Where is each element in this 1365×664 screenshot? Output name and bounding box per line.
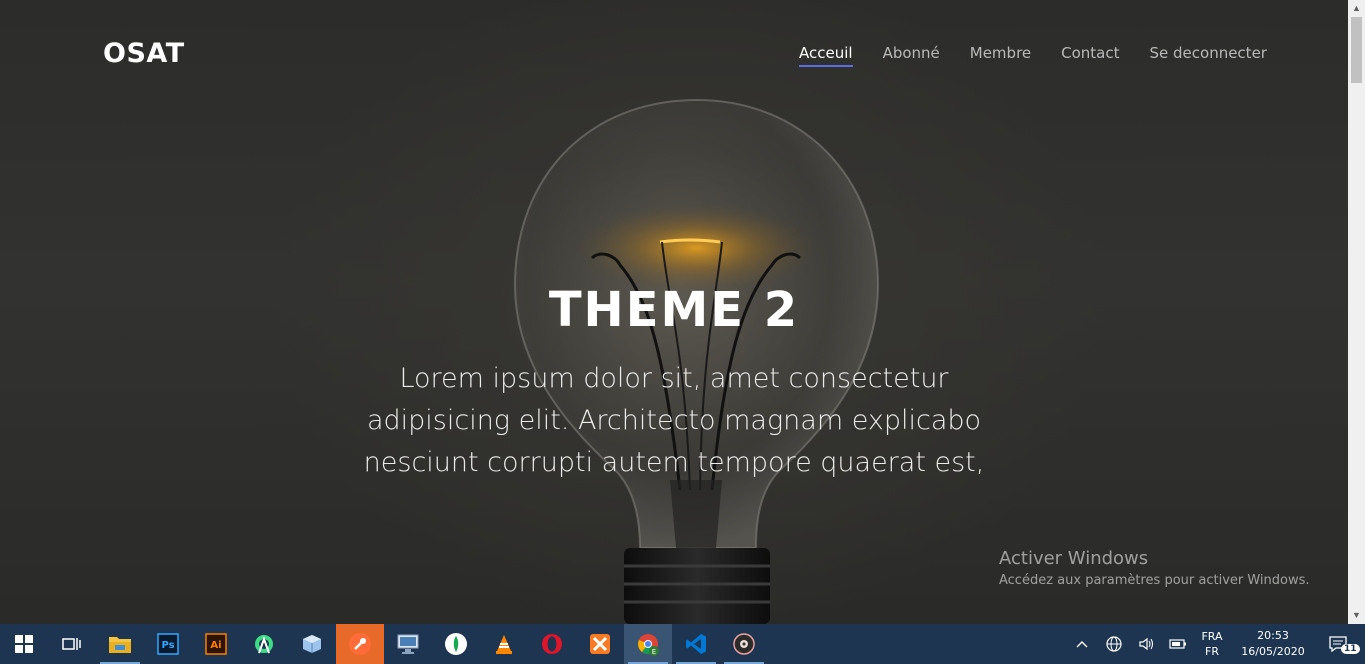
hero-text: Lorem ipsum dolor sit, amet consectetur …	[363, 363, 985, 478]
nav-item-acceuil[interactable]: Acceuil	[799, 44, 853, 67]
opera-icon[interactable]	[528, 624, 576, 664]
taskbar-spacer	[768, 624, 1066, 664]
chevron-up-icon[interactable]	[1066, 624, 1098, 664]
volume-icon[interactable]	[1130, 624, 1162, 664]
scroll-down-arrow-icon[interactable]: ▼	[1348, 607, 1365, 624]
notification-center-icon[interactable]: 11	[1316, 624, 1360, 664]
xampp-icon[interactable]	[576, 624, 624, 664]
brand-logo[interactable]: OSAT	[103, 38, 185, 69]
clock-date: 16/05/2020	[1241, 645, 1305, 658]
network-globe-icon[interactable]	[1098, 624, 1130, 664]
hero-section: OSAT Acceuil Abonné Membre Contact Se de…	[0, 0, 1348, 624]
file-explorer-icon[interactable]	[96, 624, 144, 664]
svg-text:E: E	[652, 648, 656, 656]
vertical-scrollbar[interactable]: ▲ ▼	[1348, 0, 1365, 624]
activation-subtitle: Accédez aux paramètres pour activer Wind…	[999, 573, 1310, 588]
remote-desktop-icon[interactable]	[384, 624, 432, 664]
windows-start-icon[interactable]	[0, 624, 48, 664]
illustrator-icon[interactable]: Ai	[192, 624, 240, 664]
clock[interactable]: 20:53 16/05/2020	[1230, 628, 1316, 660]
input-language[interactable]: FRA FR	[1194, 629, 1230, 659]
media-player-icon[interactable]	[720, 624, 768, 664]
svg-text:Ai: Ai	[210, 640, 221, 651]
activation-title: Activer Windows	[999, 548, 1149, 569]
navbar: OSAT Acceuil Abonné Membre Contact Se de…	[0, 0, 1348, 110]
keyboard-layout: FR	[1205, 645, 1219, 658]
notification-count-badge: 11	[1341, 644, 1360, 654]
system-tray: FRA FR 20:53 16/05/2020 11	[1066, 624, 1365, 664]
windows-activation-watermark: Activer Windows Accédez aux paramètres p…	[999, 548, 1310, 588]
nav-menu: Acceuil Abonné Membre Contact Se deconne…	[799, 44, 1267, 67]
task-view-icon[interactable]	[48, 624, 96, 664]
vlc-icon[interactable]	[480, 624, 528, 664]
postman-icon[interactable]	[336, 624, 384, 664]
virtualbox-icon[interactable]	[288, 624, 336, 664]
clock-time: 20:53	[1257, 629, 1289, 642]
android-studio-icon[interactable]	[240, 624, 288, 664]
nav-item-contact[interactable]: Contact	[1061, 44, 1119, 67]
photoshop-icon[interactable]: Ps	[144, 624, 192, 664]
mongodb-compass-icon[interactable]	[432, 624, 480, 664]
hero-title: THEME 2	[548, 282, 800, 338]
nav-item-membre[interactable]: Membre	[970, 44, 1031, 67]
svg-text:Ps: Ps	[161, 640, 174, 651]
scroll-up-arrow-icon[interactable]: ▲	[1348, 0, 1365, 17]
nav-item-abonne[interactable]: Abonné	[883, 44, 940, 67]
vscode-icon[interactable]	[672, 624, 720, 664]
language-code: FRA	[1201, 630, 1223, 643]
battery-icon[interactable]	[1162, 624, 1194, 664]
scrollbar-thumb[interactable]	[1351, 17, 1362, 83]
chrome-icon[interactable]: E	[624, 624, 672, 664]
windows-taskbar: Ps Ai E FRA FR 20:53 16/05/2020 11	[0, 624, 1365, 664]
nav-item-logout[interactable]: Se deconnecter	[1150, 44, 1267, 67]
